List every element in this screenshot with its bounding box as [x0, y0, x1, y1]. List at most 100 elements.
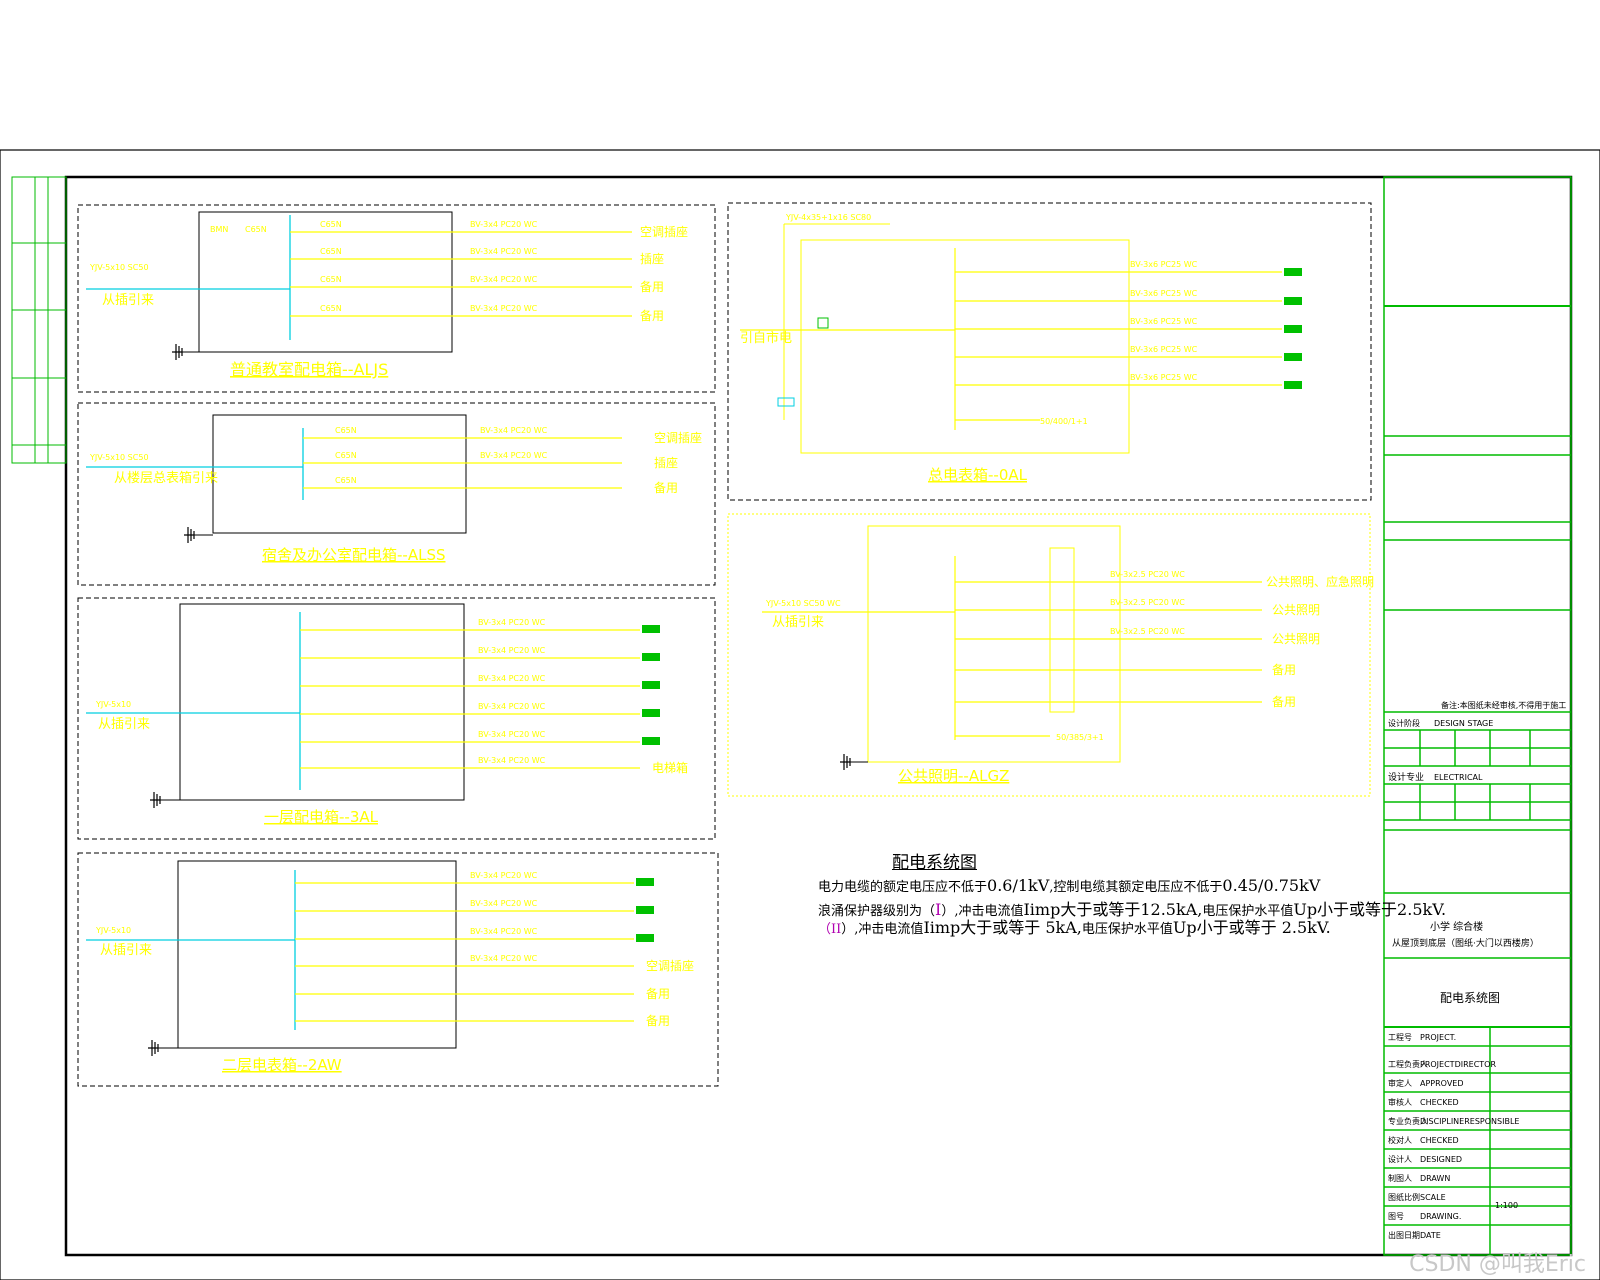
svg-text:BV-3x4 PC20 WC: BV-3x4 PC20 WC	[478, 756, 546, 765]
notes-line-3: （II）,冲击电流值Iimp大于或等于 5kA,电压保护水平值Up小于或等于 2…	[818, 918, 1331, 937]
svg-text:BV-3x4 PC20 WC: BV-3x4 PC20 WC	[470, 927, 538, 936]
p4-dest-4: 空调插座	[646, 958, 694, 973]
panel-0al-feed: 引自市电	[740, 330, 792, 346]
tb-row-label: 校对人	[1388, 1135, 1412, 1145]
tb-project-sub: 从屋顶到底层（图纸·大门以西楼房）	[1392, 937, 1539, 949]
svg-text:YJV-5x10 SC50: YJV-5x10 SC50	[89, 263, 149, 272]
p6-dest-2: 公共照明	[1272, 603, 1320, 617]
svg-text:YJV-4x35+1x16 SC80: YJV-4x35+1x16 SC80	[785, 213, 871, 222]
svg-text:YJV-5x10: YJV-5x10	[95, 926, 131, 935]
tb-discipline-label: 设计专业	[1388, 771, 1424, 783]
svg-text:C65N: C65N	[320, 275, 342, 284]
watermark: CSDN @叫我Eric	[1409, 1252, 1586, 1277]
notes-line-1: 电力电缆的额定电压应不低于0.6/1kV,控制电缆其额定电压应不低于0.45/0…	[818, 876, 1321, 895]
p2-dest-2: 插座	[654, 455, 678, 470]
svg-text:C65N: C65N	[320, 220, 342, 229]
notes-title: 配电系统图	[892, 853, 977, 873]
tb-row-label: 图号	[1388, 1212, 1404, 1221]
tb-row-en: SCALE	[1420, 1193, 1446, 1202]
panel-aljs-title: 普通教室配电箱--ALJS	[230, 360, 388, 379]
tb-row-label: 设计人	[1388, 1154, 1412, 1164]
svg-text:C65N: C65N	[335, 451, 357, 460]
svg-text:BV-3x6 PC25 WC: BV-3x6 PC25 WC	[1130, 260, 1198, 269]
tb-row-en: CHECKED	[1420, 1136, 1459, 1145]
svg-text:50/385/3+1: 50/385/3+1	[1056, 733, 1104, 742]
svg-text:BV-3x4 PC20 WC: BV-3x4 PC20 WC	[470, 304, 538, 313]
svg-text:BV-3x6 PC25 WC: BV-3x6 PC25 WC	[1130, 317, 1198, 326]
p6-dest-4: 备用	[1272, 663, 1296, 677]
svg-text:BV-3x4 PC20 WC: BV-3x4 PC20 WC	[470, 247, 538, 256]
p6-dest-1: 公共照明、应急照明	[1266, 574, 1374, 589]
p1-dest-2: 插座	[640, 251, 664, 266]
svg-text:C65N: C65N	[245, 225, 267, 234]
panel-algz-title: 公共照明--ALGZ	[898, 767, 1009, 785]
panel-3al-feed: 从插引来	[98, 717, 150, 732]
panel-3al-title: 一层配电箱--3AL	[264, 808, 379, 826]
tb-discipline-value: ELECTRICAL	[1434, 773, 1483, 782]
tb-row-en: DISCIPLINERESPONSIBLE	[1420, 1117, 1519, 1126]
svg-text:YJV-5x10 SC50: YJV-5x10 SC50	[89, 453, 149, 462]
tb-row-label: 制图人	[1388, 1173, 1412, 1183]
panel-alss-title: 宿舍及办公室配电箱--ALSS	[262, 546, 446, 564]
p2-dest-1: 空调插座	[654, 430, 702, 445]
svg-text:YJV-5x10 SC50 WC: YJV-5x10 SC50 WC	[765, 599, 841, 608]
tb-row-en: PROJECT.	[1420, 1033, 1456, 1042]
panel-aljs-feed: 从插引来	[102, 293, 154, 308]
tb-row-label: 出图日期	[1388, 1230, 1420, 1240]
p6-dest-5: 备用	[1272, 695, 1296, 709]
tb-row-en: DRAWN	[1420, 1174, 1450, 1183]
svg-text:BMN: BMN	[210, 225, 228, 234]
p6-dest-3: 公共照明	[1272, 632, 1320, 646]
svg-text:BV-3x4 PC20 WC: BV-3x4 PC20 WC	[470, 275, 538, 284]
svg-text:BV-3x6 PC25 WC: BV-3x6 PC25 WC	[1130, 373, 1198, 382]
p4-dest-5: 备用	[646, 987, 670, 1001]
tb-row-en: CHECKED	[1420, 1098, 1459, 1107]
p1-dest-3: 备用	[640, 280, 664, 294]
svg-text:BV-3x2.5 PC20 WC: BV-3x2.5 PC20 WC	[1110, 598, 1185, 607]
tb-row-en: DESIGNED	[1420, 1155, 1462, 1164]
panel-2aw-feed: 从插引来	[100, 943, 152, 958]
drawing-sheet: BMN C65N BV-3x4 PC20 WC BV-3x4 PC20 WC BV-3…	[0, 149, 1600, 1280]
panel-algz-feed: 从插引来	[772, 615, 824, 630]
svg-text:BV-3x2.5 PC20 WC: BV-3x2.5 PC20 WC	[1110, 627, 1185, 636]
outer-frame	[0, 149, 1600, 1280]
tb-project-name: 小学 综合楼	[1430, 920, 1483, 933]
svg-text:BV-3x4 PC20 WC: BV-3x4 PC20 WC	[470, 220, 538, 229]
svg-text:BV-3x4 PC20 WC: BV-3x4 PC20 WC	[478, 618, 546, 627]
panel-2aw-title: 二层电表箱--2AW	[222, 1056, 342, 1074]
svg-text:BV-3x4 PC20 WC: BV-3x4 PC20 WC	[478, 674, 546, 683]
svg-text:50/400/1+1: 50/400/1+1	[1040, 417, 1088, 426]
svg-text:BV-3x4 PC20 WC: BV-3x4 PC20 WC	[480, 426, 548, 435]
p1-dest-4: 备用	[640, 309, 664, 323]
svg-text:C65N: C65N	[320, 247, 342, 256]
tb-scale-value: 1:100	[1495, 1201, 1518, 1210]
svg-text:BV-3x4 PC20 WC: BV-3x4 PC20 WC	[470, 954, 538, 963]
tb-row-label: 审核人	[1388, 1097, 1412, 1107]
p3-dest-6: 电梯箱	[652, 760, 688, 775]
svg-text:BV-3x4 PC20 WC: BV-3x4 PC20 WC	[480, 451, 548, 460]
svg-text:BV-3x6 PC25 WC: BV-3x6 PC25 WC	[1130, 345, 1198, 354]
tb-row-label: 审定人	[1388, 1078, 1412, 1088]
tb-stage-value: DESIGN STAGE	[1434, 719, 1493, 728]
svg-text:BV-3x4 PC20 WC: BV-3x4 PC20 WC	[470, 899, 538, 908]
tb-row-en: DRAWING.	[1420, 1212, 1461, 1221]
p4-dest-6: 备用	[646, 1014, 670, 1028]
panel-alss-feed: 从楼层总表箱引来	[114, 470, 218, 486]
tb-row-label: 工程号	[1388, 1033, 1412, 1042]
svg-text:BV-3x4 PC20 WC: BV-3x4 PC20 WC	[478, 730, 546, 739]
svg-text:BV-3x4 PC20 WC: BV-3x4 PC20 WC	[478, 702, 546, 711]
svg-text:C65N: C65N	[335, 476, 357, 485]
p2-dest-3: 备用	[654, 481, 678, 495]
tb-stage-label: 设计阶段	[1388, 718, 1420, 728]
svg-text:YJV-5x10: YJV-5x10	[95, 700, 131, 709]
svg-text:C65N: C65N	[335, 426, 357, 435]
svg-text:BV-3x6 PC25 WC: BV-3x6 PC25 WC	[1130, 289, 1198, 298]
tb-drawing-title: 配电系统图	[1440, 991, 1500, 1005]
tb-row-en: PROJECTDIRECTOR	[1420, 1060, 1496, 1069]
svg-text:BV-3x4 PC20 WC: BV-3x4 PC20 WC	[478, 646, 546, 655]
tb-row-en: APPROVED	[1420, 1079, 1464, 1088]
tb-note: 备注:本图纸未经审核,不得用于施工	[1441, 700, 1566, 710]
panel-0al-title: 总电表箱--0AL	[928, 466, 1028, 484]
tb-row-en: DATE	[1420, 1231, 1441, 1240]
svg-text:BV-3x2.5 PC20 WC: BV-3x2.5 PC20 WC	[1110, 570, 1185, 579]
